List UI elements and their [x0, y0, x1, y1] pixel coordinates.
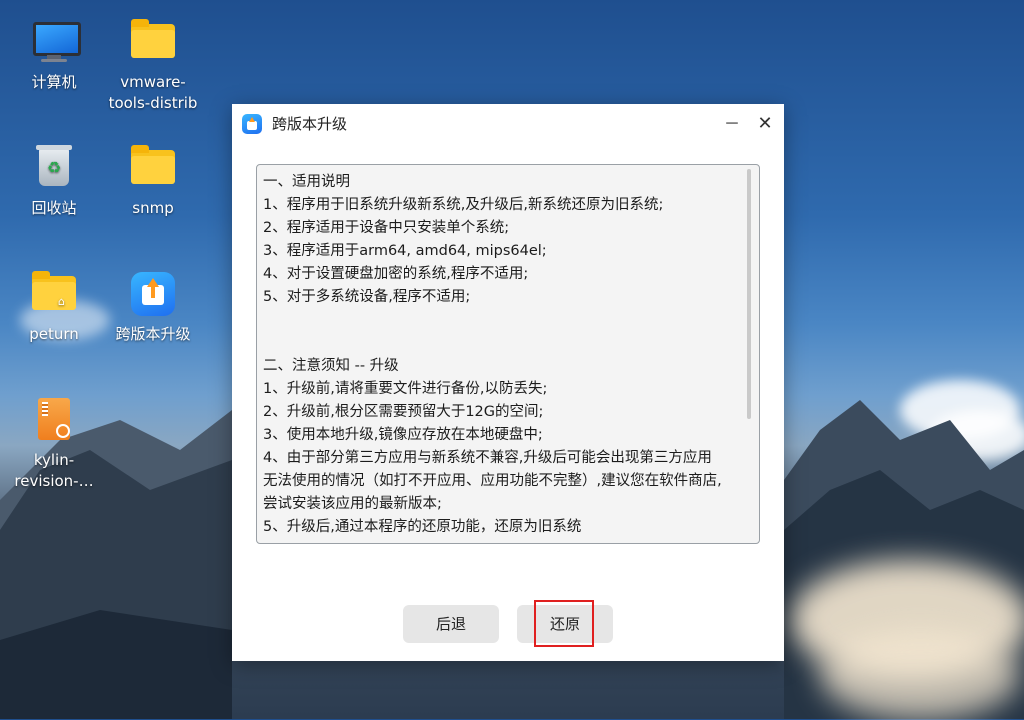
instruction-line: 3、程序适用于arm64, amd64, mips64el;: [263, 243, 547, 259]
upgrade-app-icon: [129, 270, 177, 318]
home-folder-icon: ⌂: [30, 270, 78, 318]
highlight-annotation: [534, 600, 594, 647]
upgrade-dialog: 跨版本升级 － ✕ 一、适用说明 1、程序用于旧系统升级新系统,及升级后,新系统…: [232, 104, 784, 661]
desktop-icon-label: 计算机: [31, 73, 77, 91]
package-icon: [30, 396, 78, 444]
desktop-icon-label: 回收站: [31, 199, 77, 217]
title-bar[interactable]: 跨版本升级 － ✕: [232, 104, 784, 144]
instruction-line: 5、升级后,通过本程序的还原功能，还原为旧系统: [263, 519, 582, 535]
instruction-line: 二、注意须知 -- 升级: [263, 358, 399, 374]
instruction-line: 一、适用说明: [263, 174, 350, 190]
instruction-line: 尝试安装该应用的最新版本;: [263, 496, 442, 512]
instructions-content: 一、适用说明 1、程序用于旧系统升级新系统,及升级后,新系统还原为旧系统; 2、…: [263, 171, 737, 539]
desktop-icon-upgrade-app[interactable]: 跨版本升级: [105, 270, 201, 345]
desktop-icon-label: kylin- revision-…: [14, 451, 94, 490]
instruction-line: 2、程序适用于设备中只安装单个系统;: [263, 220, 510, 236]
desktop-icon-label: vmware- tools-distrib: [108, 73, 198, 112]
instruction-line: 4、由于部分第三方应用与新系统不兼容,升级后可能会出现第三方应用: [263, 450, 712, 466]
close-button[interactable]: ✕: [751, 110, 779, 138]
desktop-icon-peturn[interactable]: ⌂ peturn: [6, 270, 102, 345]
instruction-line: [263, 309, 737, 332]
instruction-line: 1、程序用于旧系统升级新系统,及升级后,新系统还原为旧系统;: [263, 197, 664, 213]
folder-icon: [129, 18, 177, 66]
vertical-scrollbar[interactable]: [747, 169, 751, 419]
instructions-text-area[interactable]: 一、适用说明 1、程序用于旧系统升级新系统,及升级后,新系统还原为旧系统; 2、…: [256, 164, 760, 544]
instruction-line: 1、升级前,请将重要文件进行备份,以防丢失;: [263, 381, 548, 397]
instruction-line: 2、升级前,根分区需要预留大于12G的空间;: [263, 404, 544, 420]
trash-icon: ♻: [30, 144, 78, 192]
computer-icon: [30, 18, 81, 66]
desktop-icon-computer[interactable]: 计算机: [6, 18, 102, 93]
back-button[interactable]: 后退: [403, 605, 499, 643]
instruction-line: 5、对于多系统设备,程序不适用;: [263, 289, 471, 305]
folder-icon: [129, 144, 177, 192]
minimize-button[interactable]: －: [718, 110, 746, 138]
instruction-line: [263, 332, 737, 355]
desktop-icon-label: peturn: [29, 325, 79, 343]
desktop-icon-snmp[interactable]: snmp: [105, 144, 201, 219]
window-title: 跨版本升级: [272, 115, 348, 133]
desktop-icon-kylin-revision[interactable]: kylin- revision-…: [6, 396, 102, 492]
desktop-icon-trash[interactable]: ♻ 回收站: [6, 144, 102, 219]
desktop-icon-vmware-tools[interactable]: vmware- tools-distrib: [105, 18, 201, 114]
instruction-line: 4、对于设置硬盘加密的系统,程序不适用;: [263, 266, 529, 282]
instruction-line: 3、使用本地升级,镜像应存放在本地硬盘中;: [263, 427, 543, 443]
instruction-line: 无法使用的情况（如打不开应用、应用功能不完整）,建议您在软件商店,: [263, 473, 722, 489]
upgrade-app-icon: [242, 114, 262, 134]
desktop-icon-label: snmp: [132, 199, 174, 217]
desktop-icon-label: 跨版本升级: [115, 325, 191, 343]
